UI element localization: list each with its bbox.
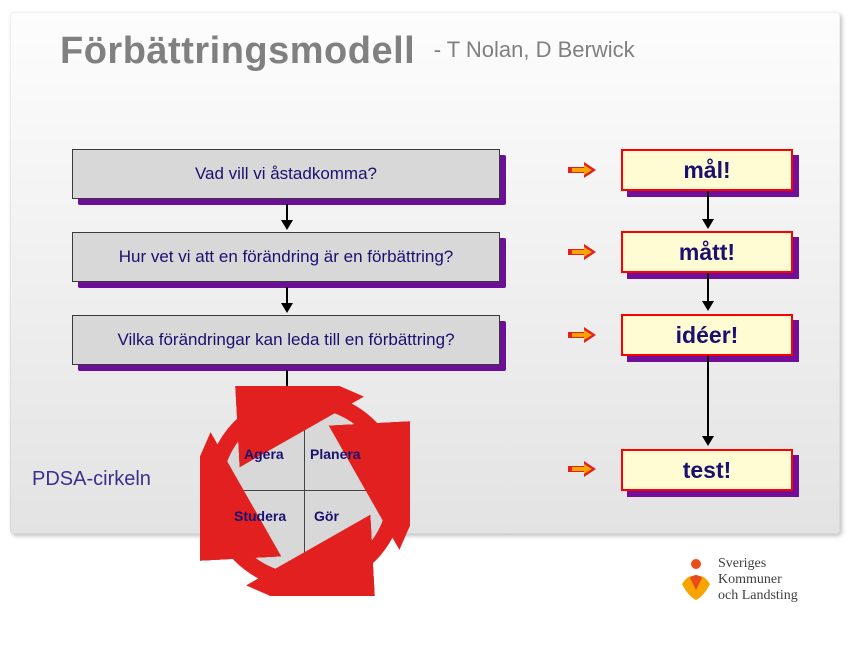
result-text-4: test!: [683, 457, 732, 484]
question-box-1: Vad vill vi åstadkomma?: [72, 149, 500, 199]
result-box-3: idéer!: [621, 314, 793, 356]
question-text-2: Hur vet vi att en förändring är en förbä…: [119, 247, 454, 267]
result-down-arrow-1-head: [702, 219, 714, 229]
logo-icon: [678, 556, 714, 604]
result-box-1: mål!: [621, 149, 793, 191]
arrow-right-icon: [566, 457, 606, 481]
question-text-3: Vilka förändringar kan leda till en förb…: [117, 330, 454, 350]
result-text-2: mått!: [679, 239, 735, 266]
footer-logo: Sveriges Kommuner och Landsting: [678, 552, 858, 622]
question-box-2: Hur vet vi att en förändring är en förbä…: [72, 232, 500, 282]
pdsa-arrows-icon: [200, 386, 410, 596]
pdsa-q-gor: Gör: [314, 508, 339, 524]
down-arrow-1-head: [281, 220, 293, 230]
arrow-right-icon: [566, 240, 606, 264]
slide-card: Förbättringsmodell - T Nolan, D Berwick …: [10, 12, 840, 534]
title-row: Förbättringsmodell - T Nolan, D Berwick: [60, 30, 820, 73]
page-title: Förbättringsmodell: [60, 30, 415, 72]
result-down-arrow-3: [707, 356, 709, 438]
result-down-arrow-3-head: [702, 436, 714, 446]
down-arrow-2-head: [281, 303, 293, 313]
question-text-1: Vad vill vi åstadkomma?: [195, 164, 377, 184]
pdsa-q-planera: Planera: [310, 446, 361, 462]
footer-line-3: och Landsting: [718, 588, 798, 604]
question-box-3: Vilka förändringar kan leda till en förb…: [72, 315, 500, 365]
result-text-3: idéer!: [676, 322, 739, 349]
result-down-arrow-2-head: [702, 301, 714, 311]
page-subtitle: - T Nolan, D Berwick: [434, 37, 635, 62]
result-box-4: test!: [621, 449, 793, 491]
arrow-right-icon: [566, 158, 606, 182]
footer-line-2: Kommuner: [718, 572, 798, 588]
pdsa-q-studera: Studera: [234, 508, 286, 524]
pdsa-q-agera: Agera: [244, 446, 284, 462]
pdsa-label: PDSA-cirkeln: [32, 468, 151, 491]
pdsa-cycle: Agera Planera Studera Gör: [200, 386, 410, 596]
arrow-right-icon: [566, 323, 606, 347]
result-text-1: mål!: [683, 157, 730, 184]
footer-org-name: Sveriges Kommuner och Landsting: [718, 556, 798, 604]
result-down-arrow-1: [707, 191, 709, 221]
result-down-arrow-2: [707, 273, 709, 303]
footer-line-1: Sveriges: [718, 556, 798, 572]
result-box-2: mått!: [621, 231, 793, 273]
